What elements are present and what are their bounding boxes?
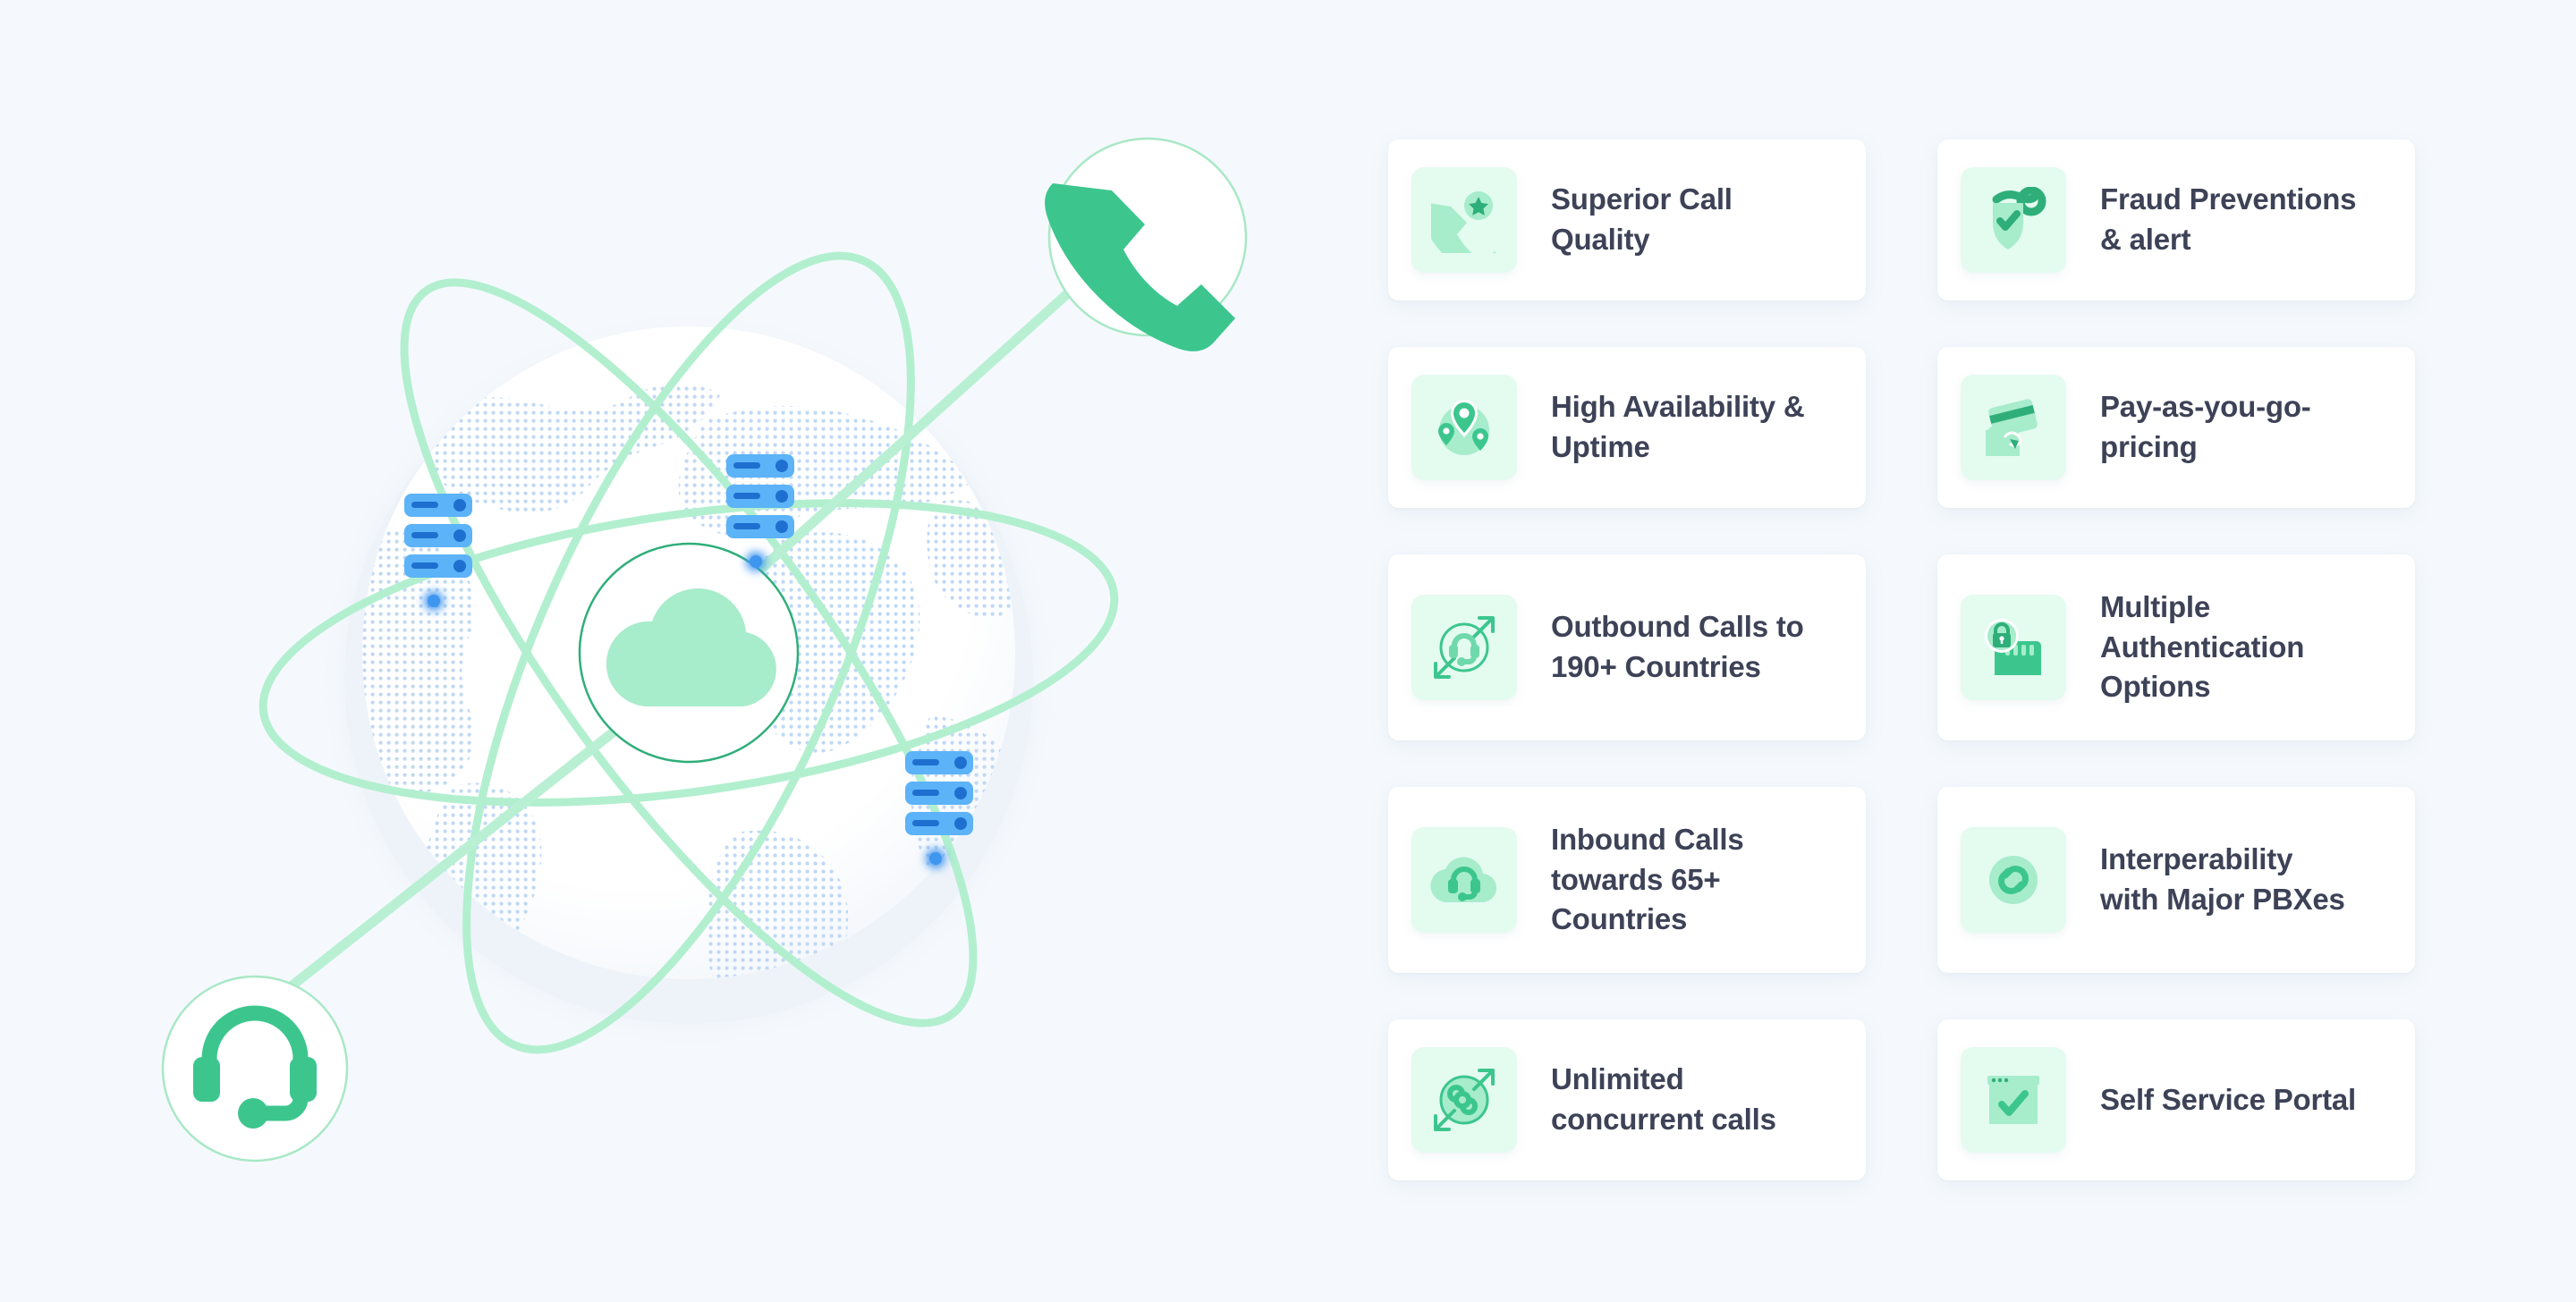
global-cloud-network-illustration (0, 0, 1324, 1302)
feature-card-label: Fraud Preventions & alert (2100, 182, 2357, 256)
feature-card-inbound-calls[interactable]: Inbound Calls towards 65+ Countries (1388, 787, 1866, 973)
credit-card-hand-icon (1961, 375, 2066, 480)
headset-badge (161, 975, 349, 1162)
feature-card-label: High Availability & Uptime (1551, 390, 1805, 463)
feature-card-label: Inbound Calls towards 65+ Countries (1551, 822, 1744, 936)
feature-card-multiple-authentication[interactable]: Multiple Authentication Options (1937, 554, 2415, 740)
feature-card-fraud-preventions[interactable]: Fraud Preventions & alert (1937, 140, 2415, 300)
feature-card-outbound-calls[interactable]: Outbound Calls to 190+ Countries (1388, 554, 1866, 740)
infinity-expand-icon (1411, 1047, 1517, 1153)
phone-star-icon (1411, 167, 1517, 273)
feature-card-label: Superior Call Quality (1551, 182, 1733, 256)
lock-keypad-icon (1961, 595, 2066, 700)
outbound-headset-icon (1411, 595, 1517, 700)
features-grid: Superior Call Quality Fraud Preventions … (1388, 140, 2444, 1180)
feature-card-high-availability[interactable]: High Availability & Uptime (1388, 347, 1866, 508)
feature-card-label: Unlimited concurrent calls (1551, 1062, 1776, 1136)
cloud-center-badge (578, 542, 800, 764)
feature-card-pay-as-you-go[interactable]: Pay-as-you-go- pricing (1937, 347, 2415, 508)
feature-card-self-service-portal[interactable]: Self Service Portal (1937, 1019, 2415, 1180)
feature-card-label: Interperability with Major PBXes (2100, 842, 2345, 916)
feature-card-label: Outbound Calls to 190+ Countries (1551, 610, 1804, 683)
phone-badge (1045, 137, 1248, 351)
feature-card-unlimited-concurrent-calls[interactable]: Unlimited concurrent calls (1388, 1019, 1866, 1180)
feature-card-label: Pay-as-you-go- pricing (2100, 390, 2311, 463)
shield-check-key-icon (1961, 167, 2066, 273)
page-root: Superior Call Quality Fraud Preventions … (0, 0, 2576, 1302)
feature-card-interperability[interactable]: Interperability with Major PBXes (1937, 787, 2415, 973)
cloud-headset-icon (1411, 827, 1517, 933)
feature-card-superior-call-quality[interactable]: Superior Call Quality (1388, 140, 1866, 300)
feature-card-label: Self Service Portal (2100, 1082, 2357, 1116)
browser-check-icon (1961, 1047, 2066, 1153)
chain-link-icon (1961, 827, 2066, 933)
feature-card-label: Multiple Authentication Options (2100, 589, 2305, 704)
map-pins-icon (1411, 375, 1517, 480)
